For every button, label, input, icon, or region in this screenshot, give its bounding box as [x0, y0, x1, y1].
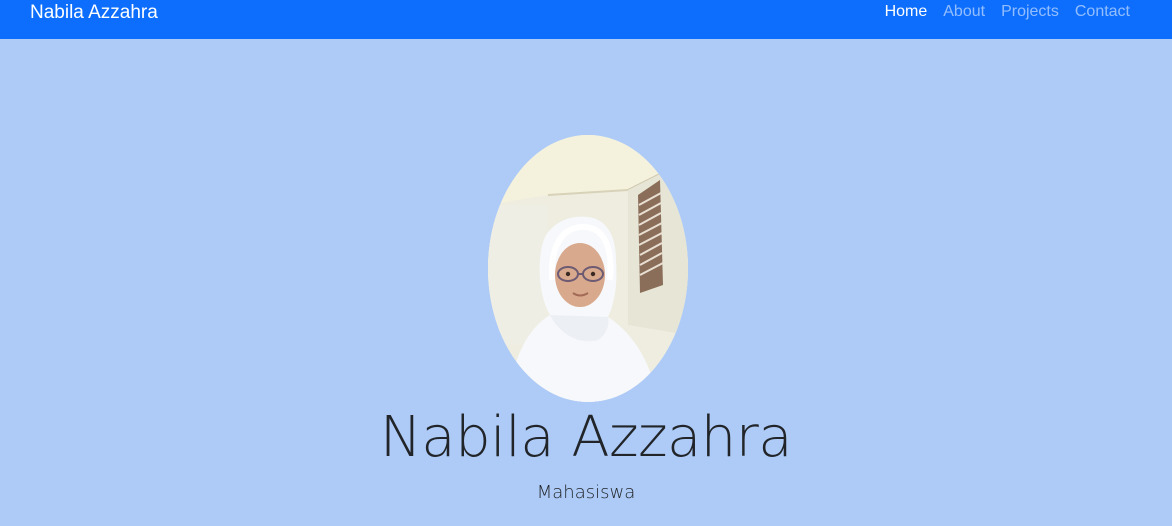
profile-photo — [488, 135, 688, 402]
nav-item-home: Home — [877, 0, 936, 24]
hero-name: Nabila Azzahra — [379, 405, 793, 470]
hero-role: Mahasiswa — [536, 482, 636, 503]
nav-item-projects: Projects — [993, 0, 1067, 24]
profile-photo-illustration — [488, 135, 688, 402]
nav-link-contact[interactable]: Contact — [1067, 0, 1138, 24]
nav-link-projects[interactable]: Projects — [993, 0, 1067, 24]
nav-item-contact: Contact — [1067, 0, 1138, 24]
nav-link-home[interactable]: Home — [877, 0, 936, 24]
nav-link-about[interactable]: About — [935, 0, 993, 24]
navbar: Nabila Azzahra Home About Projects Conta… — [0, 0, 1172, 39]
nav-links: Home About Projects Contact — [877, 0, 1138, 24]
hero-section: Nabila Azzahra Mahasiswa — [0, 39, 1172, 526]
nav-item-about: About — [935, 0, 993, 24]
navbar-brand[interactable]: Nabila Azzahra — [30, 0, 158, 26]
